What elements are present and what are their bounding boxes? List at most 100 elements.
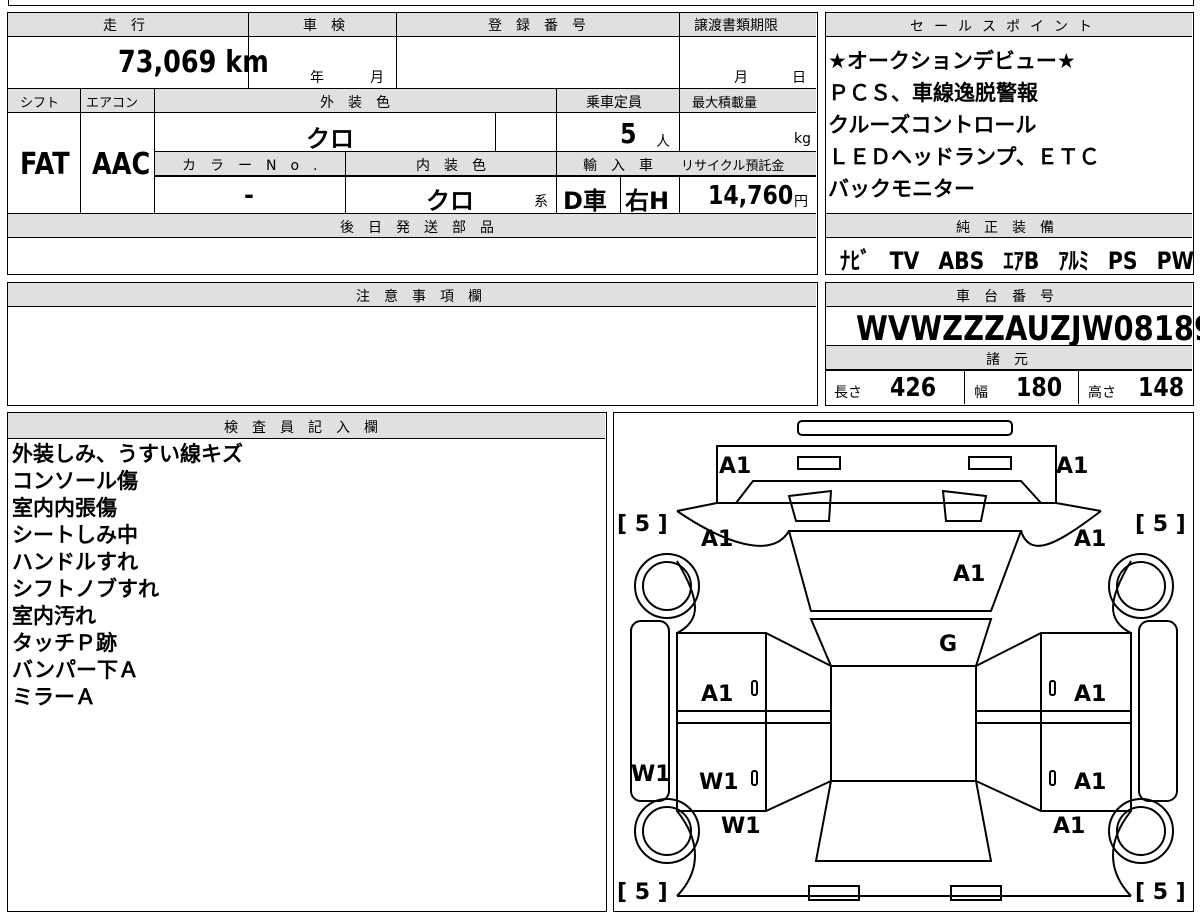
chassis-number: WVWZZZAUZJW081895 [856,309,1200,349]
sales-point-2: ＰＣＳ、車線逸脱警報 [828,81,1038,105]
note-5: ハンドルすれ [12,550,138,574]
mark-tire-fr: [ 5 ] [1135,512,1186,537]
mark-tire-fl: [ 5 ] [617,512,668,537]
max-load-unit: kg [794,131,811,147]
note-6: シフトノブすれ [12,577,159,601]
spec-label: 諸 元 [986,352,1028,368]
capacity-label: 乗車定員 [586,95,642,111]
transfer-day: 日 [792,70,806,86]
mark-front-left: A1 [719,454,751,479]
equipment-list: ﾅﾋﾞ TV ABS ｴｱB ｱﾙﾐ PS PW [840,241,1194,276]
int-color-label: 内 装 色 [416,158,486,174]
mileage-value: 73,069 km [118,45,269,80]
equip-pw: PW [1156,247,1195,275]
mark-front-door-right: A1 [1074,682,1106,707]
inspector-notes: 外装しみ、うすい線キズ コンソール傷 室内内張傷 シートしみ中 ハンドルすれ シ… [12,441,243,711]
car-diagram: A1 A1 A1 A1 A1 G A1 A1 W1 A1 W1 W1 A1 [ … [617,420,1186,905]
mark-quarter-right: A1 [1053,814,1085,839]
ext-color-value: クロ [306,125,354,153]
front-bumper-strip [797,420,1013,436]
mark-rear-door-left: W1 [699,770,739,795]
headlamp-left [797,456,841,470]
inspector-label: 検 査 員 記 入 欄 [224,420,378,436]
note-4: シートしみ中 [12,523,138,547]
note-9: バンパー下Ａ [12,658,140,682]
shift-value: FAT [20,147,70,182]
note-3: 室内内張傷 [12,496,117,520]
import-label: 輸 入 車 [583,158,653,174]
length-label: 長さ [834,385,862,401]
handle-side: 右H [625,187,670,215]
chassis-box: 車 台 番 号 WVWZZZAUZJW081895 諸 元 長さ 426 幅 1… [825,282,1200,406]
max-load-label: 最大積載量 [692,96,758,111]
note-8: タッチＰ跡 [12,631,117,655]
equip-navi: ﾅﾋﾞ [840,247,871,275]
shaken-month: 月 [370,70,384,86]
later-parts-label: 後 日 発 送 部 品 [340,220,494,236]
windshield [809,618,993,667]
mileage-number: 73,069 [118,45,217,80]
length-value: 426 [890,373,937,403]
color-no-label: カ ラ ー N o . [182,158,318,174]
sales-point-1: ★オークションデビュー★ [828,49,1076,73]
recycle-label: リサイクル預託金 [681,159,785,174]
mileage-label: 走 行 [103,18,145,34]
transfer-deadline-label: 譲渡書類期限 [694,18,778,34]
mark-quarter-left: W1 [721,814,761,839]
front-bumper [716,445,1057,504]
height-label: 高さ [1088,385,1116,401]
height-value: 148 [1138,373,1185,403]
capacity-value: 5 [620,117,637,150]
equip-alloy: ｱﾙﾐ [1058,247,1089,275]
caution-box: 注 意 事 項 欄 [7,282,818,406]
capacity-unit: 人 [656,134,670,150]
inspector-box: 検 査 員 記 入 欄 外装しみ、うすい線キズ コンソール傷 室内内張傷 シート… [7,412,607,912]
car-diagram-box: A1 A1 A1 A1 A1 G A1 A1 W1 A1 W1 W1 A1 [ … [613,412,1194,912]
mark-fender-right: A1 [1074,527,1106,552]
sales-point-5: バックモニター [828,177,975,201]
equip-ps: PS [1107,247,1138,275]
mark-front-right: A1 [1056,454,1088,479]
sales-point-box: セールスポイント ★オークションデビュー★ ＰＣＳ、車線逸脱警報 クルーズコント… [825,12,1194,275]
headlamp-right [968,456,1012,470]
width-label: 幅 [974,385,988,401]
roof [830,665,977,782]
mileage-unit: km [225,45,269,80]
hood [787,530,1023,612]
note-7: 室内汚れ [12,604,96,628]
caution-label: 注 意 事 項 欄 [356,289,482,305]
mark-front-door-left: A1 [701,682,733,707]
chassis-label: 車 台 番 号 [956,289,1054,305]
sales-point-3: クルーズコントロール [828,113,1037,137]
int-color-suffix: 系 [534,194,548,210]
recycle-value: 14,760 [708,181,794,211]
equip-tv: TV [889,247,920,275]
sales-point-4: ＬＥＤヘッドランプ、ＥＴＣ [828,145,1100,169]
mark-fender-left: A1 [701,527,733,552]
vehicle-info-table: 走 行 車 検 登 録 番 号 譲渡書類期限 73,069 km 年 月 月 日… [7,12,818,275]
shaken-label: 車 検 [303,18,345,34]
equip-abs: ABS [938,247,985,275]
top-strip [8,0,1194,6]
transfer-month: 月 [734,70,748,86]
sales-point-label: セールスポイント [910,19,1102,35]
equip-airbag: ｴｱB [1003,247,1040,275]
equipment-label: 純 正 装 備 [956,220,1054,236]
reg-number-label: 登 録 番 号 [488,18,586,34]
ac-label: エアコン [86,96,139,111]
mark-sill-left: W1 [631,762,671,787]
shift-label: シフト [20,96,60,111]
import-type: D車 [563,187,607,215]
mark-tire-rr: [ 5 ] [1135,880,1186,905]
mark-windshield: G [939,632,957,657]
mark-hood: A1 [953,562,985,587]
note-2: コンソール傷 [12,469,138,493]
ac-value: AAC [92,147,151,182]
note-10: ミラーＡ [12,685,96,709]
recycle-unit: 円 [794,194,808,210]
shaken-year: 年 [310,70,324,86]
int-color-value: クロ [426,187,474,215]
note-1: 外装しみ、うすい線キズ [12,442,243,466]
color-no-value: - [244,181,254,209]
mark-rear-door-right: A1 [1074,770,1106,795]
